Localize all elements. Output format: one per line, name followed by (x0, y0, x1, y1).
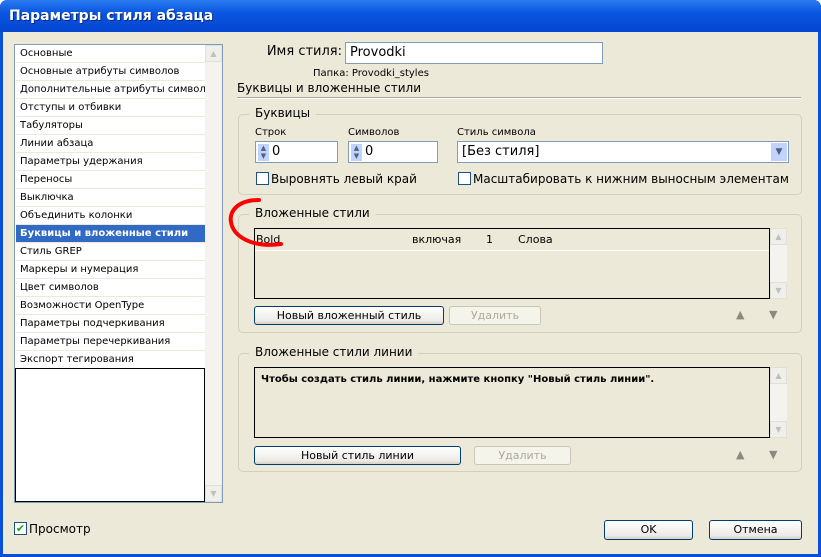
nested-style-count[interactable]: 1 (486, 233, 493, 246)
category-scrollbar[interactable]: ▲ ▼ (205, 45, 222, 502)
sidebar-item[interactable]: Буквицы и вложенные стили (16, 225, 205, 243)
cancel-button[interactable]: Отмена (709, 520, 802, 540)
style-name-input[interactable]: Provodki (345, 42, 603, 64)
move-down-icon[interactable]: ▼ (769, 308, 777, 321)
sidebar-item[interactable]: Стиль GREP (16, 243, 205, 261)
nested-style-unit[interactable]: Слова (518, 233, 553, 246)
sidebar-item[interactable]: Отступы и отбивки (16, 99, 205, 117)
delete-line-style-button[interactable]: Удалить (474, 446, 571, 465)
char-style-label: Стиль символа (457, 127, 536, 138)
section-title: Буквицы и вложенные стили (237, 81, 422, 95)
scale-label: Масштабировать к нижним выносным элемент… (473, 172, 789, 186)
red-annotation-mark (228, 198, 283, 247)
chevron-down-icon[interactable]: ▼ (771, 143, 787, 161)
sidebar-item[interactable]: Экспорт тегирования (16, 351, 205, 369)
lines-value: 0 (272, 144, 281, 159)
delete-nested-style-button[interactable]: Удалить (449, 306, 541, 325)
preview-checkbox[interactable]: ✔ (14, 522, 27, 535)
list-empty-area (15, 368, 205, 502)
nested-line-hint: Чтобы создать стиль линии, нажмите кнопк… (261, 374, 655, 385)
sidebar-item[interactable]: Маркеры и нумерация (16, 261, 205, 279)
align-left-checkbox[interactable] (256, 172, 269, 185)
category-list: Основные Основные атрибуты символов Дополн… (14, 44, 223, 503)
preview-label: Просмотр (29, 522, 91, 536)
chars-stepper[interactable]: ▲ ▼ 0 (348, 141, 438, 163)
char-style-value: [Без стиля] (462, 144, 540, 159)
sidebar-item[interactable]: Цвет символов (16, 279, 205, 297)
scale-checkbox[interactable] (458, 172, 471, 185)
sidebar-item[interactable]: Дополнительные атрибуты символов (16, 81, 218, 99)
new-line-style-button[interactable]: Новый стиль линии (254, 446, 461, 465)
sidebar-item[interactable]: Переносы (16, 171, 205, 189)
sidebar-item[interactable]: Линии абзаца (16, 135, 205, 153)
section-divider (237, 97, 801, 99)
sidebar-item[interactable]: Параметры перечеркивания (16, 333, 205, 351)
sidebar-item[interactable]: Основные атрибуты символов (16, 63, 205, 81)
nested-style-mode[interactable]: включая (412, 233, 461, 246)
folder-info: Папка: Provodki_styles (313, 68, 429, 79)
nested-line-scrollbar[interactable]: ▲ ▼ (770, 367, 787, 438)
char-style-select[interactable]: [Без стиля] ▼ (457, 141, 789, 163)
nested-line-styles-title: Вложенные стили линии (249, 345, 419, 359)
chars-label: Символов (348, 127, 400, 138)
nested-styles-list: Bold включая 1 Слова (254, 228, 770, 299)
folder-value: Provodki_styles (351, 68, 429, 79)
new-nested-style-button[interactable]: Новый вложенный стиль (254, 306, 444, 325)
align-left-label: Выровнять левый край (271, 172, 417, 186)
folder-label: Папка: (313, 68, 349, 79)
sidebar-item[interactable]: Параметры подчеркивания (16, 315, 205, 333)
nested-line-styles-list: Чтобы создать стиль линии, нажмите кнопк… (254, 367, 770, 438)
stepper-arrows-icon[interactable]: ▲ ▼ (258, 144, 269, 161)
scroll-up-icon[interactable]: ▲ (205, 45, 222, 62)
scroll-down-icon[interactable]: ▼ (770, 282, 787, 299)
move-down-icon[interactable]: ▼ (769, 448, 777, 461)
move-up-icon[interactable]: ▲ (736, 308, 744, 321)
lines-label: Строк (255, 127, 287, 138)
move-up-icon[interactable]: ▲ (736, 448, 744, 461)
stepper-arrows-icon[interactable]: ▲ ▼ (351, 144, 362, 161)
scroll-down-icon[interactable]: ▼ (770, 421, 787, 438)
sidebar-item[interactable]: Основные (16, 45, 205, 63)
style-name-label: Имя стиля: (266, 44, 342, 59)
scroll-up-icon[interactable]: ▲ (770, 228, 787, 245)
dialog-window: Параметры стиля абзаца Основные Основные … (0, 0, 821, 557)
scroll-up-icon[interactable]: ▲ (770, 367, 787, 384)
nested-style-row[interactable]: Bold включая 1 Слова (255, 229, 769, 251)
sidebar-item[interactable]: Возможности OpenType (16, 297, 205, 315)
dialog-body: Основные Основные атрибуты символов Дополн… (3, 32, 818, 554)
ok-button[interactable]: OK (604, 520, 693, 540)
sidebar-item[interactable]: Выключка (16, 189, 205, 207)
sidebar-item[interactable]: Объединить колонки (16, 207, 205, 225)
nested-scrollbar[interactable]: ▲ ▼ (770, 228, 787, 299)
scroll-down-icon[interactable]: ▼ (205, 485, 222, 502)
sidebar-item[interactable]: Табуляторы (16, 117, 205, 135)
window-title: Параметры стиля абзаца (0, 0, 821, 32)
lines-stepper[interactable]: ▲ ▼ 0 (255, 141, 338, 163)
chars-value: 0 (365, 144, 374, 159)
drop-caps-title: Буквицы (249, 106, 317, 120)
sidebar-item[interactable]: Параметры удержания (16, 153, 205, 171)
